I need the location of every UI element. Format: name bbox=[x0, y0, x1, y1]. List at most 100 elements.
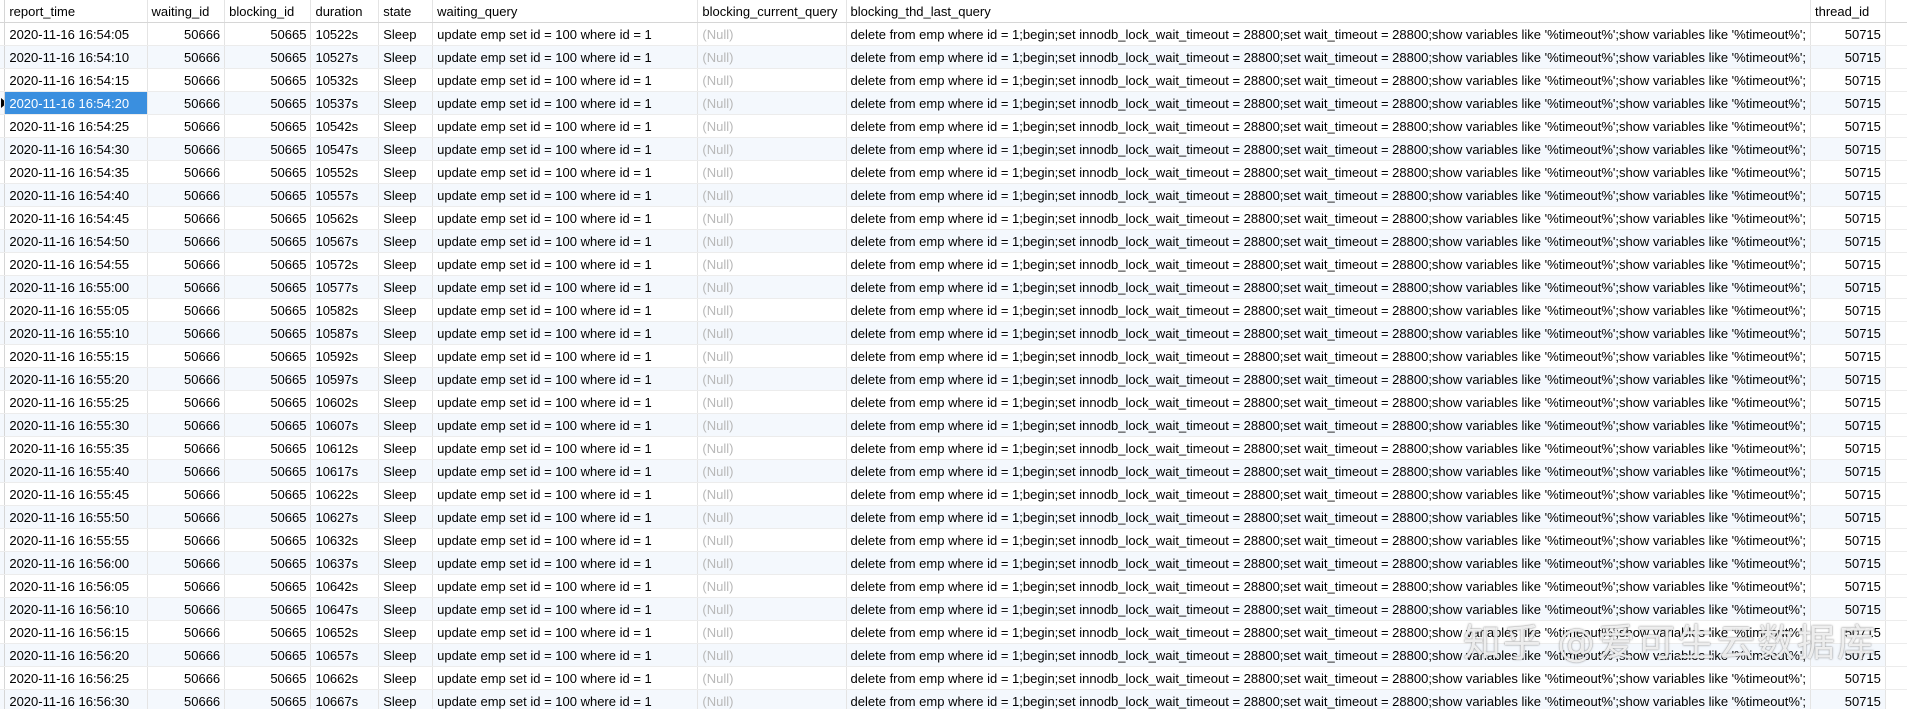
row-gutter[interactable] bbox=[0, 413, 6, 437]
cell-report-time[interactable]: 2020-11-16 16:56:00 bbox=[4, 551, 148, 575]
row-gutter[interactable] bbox=[0, 620, 6, 644]
table-row[interactable]: 2020-11-16 16:56:20 50666 50665 10657s Sleep… bbox=[0, 643, 1907, 667]
column-header-waiting-query[interactable]: waiting_query bbox=[432, 0, 699, 23]
cell-state[interactable]: Sleep bbox=[378, 574, 434, 598]
cell-state[interactable]: Sleep bbox=[378, 321, 434, 345]
column-header-blocking-id[interactable]: blocking_id bbox=[224, 0, 312, 23]
cell-report-time[interactable]: 2020-11-16 16:55:10 bbox=[4, 321, 148, 345]
row-gutter[interactable] bbox=[0, 436, 6, 460]
cell-waiting-id[interactable]: 50666 bbox=[147, 321, 226, 345]
cell-state[interactable]: Sleep bbox=[378, 229, 434, 253]
table-row[interactable]: 2020-11-16 16:56:30 50666 50665 10667s Sleep… bbox=[0, 689, 1907, 709]
row-gutter[interactable] bbox=[0, 367, 6, 391]
cell-blocking-thd-last-query[interactable]: delete from emp where id = 1;begin;set i… bbox=[846, 22, 1812, 46]
cell-report-time[interactable]: 2020-11-16 16:54:25 bbox=[4, 114, 148, 138]
cell-report-time[interactable]: 2020-11-16 16:54:15 bbox=[4, 68, 148, 92]
cell-duration[interactable]: 10647s bbox=[310, 597, 380, 621]
cell-thread-id[interactable]: 50715 bbox=[1810, 597, 1886, 621]
cell-thread-id[interactable]: 50715 bbox=[1810, 114, 1886, 138]
cell-blocking-current-query[interactable]: (Null) bbox=[697, 482, 847, 506]
cell-blocking-thd-last-query[interactable]: delete from emp where id = 1;begin;set i… bbox=[846, 597, 1812, 621]
cell-thread-id[interactable]: 50715 bbox=[1810, 551, 1886, 575]
cell-thread-id[interactable]: 50715 bbox=[1810, 643, 1886, 667]
cell-blocking-id[interactable]: 50665 bbox=[224, 137, 312, 161]
cell-duration[interactable]: 10652s bbox=[310, 620, 380, 644]
table-row[interactable]: 2020-11-16 16:54:40 50666 50665 10557s Sleep… bbox=[0, 183, 1907, 207]
cell-report-time[interactable]: 2020-11-16 16:55:30 bbox=[4, 413, 148, 437]
column-header-blocking-thd-last-query[interactable]: blocking_thd_last_query bbox=[846, 0, 1812, 23]
cell-blocking-thd-last-query[interactable]: delete from emp where id = 1;begin;set i… bbox=[846, 275, 1812, 299]
cell-blocking-current-query[interactable]: (Null) bbox=[697, 666, 847, 690]
cell-duration[interactable]: 10597s bbox=[310, 367, 380, 391]
row-gutter[interactable] bbox=[0, 275, 6, 299]
cell-blocking-thd-last-query[interactable]: delete from emp where id = 1;begin;set i… bbox=[846, 436, 1812, 460]
table-row[interactable]: 2020-11-16 16:54:50 50666 50665 10567s Sleep… bbox=[0, 229, 1907, 253]
cell-state[interactable]: Sleep bbox=[378, 689, 434, 709]
cell-report-time[interactable]: 2020-11-16 16:55:05 bbox=[4, 298, 148, 322]
cell-waiting-query[interactable]: update emp set id = 100 where id = 1 bbox=[432, 620, 699, 644]
cell-duration[interactable]: 10557s bbox=[310, 183, 380, 207]
cell-blocking-id[interactable]: 50665 bbox=[224, 459, 312, 483]
cell-waiting-id[interactable]: 50666 bbox=[147, 482, 226, 506]
cell-blocking-current-query[interactable]: (Null) bbox=[697, 574, 847, 598]
cell-thread-id[interactable]: 50715 bbox=[1810, 390, 1886, 414]
table-row[interactable]: 2020-11-16 16:55:50 50666 50665 10627s Sleep… bbox=[0, 505, 1907, 529]
cell-blocking-current-query[interactable]: (Null) bbox=[697, 367, 847, 391]
cell-state[interactable]: Sleep bbox=[378, 367, 434, 391]
cell-waiting-query[interactable]: update emp set id = 100 where id = 1 bbox=[432, 551, 699, 575]
cell-blocking-current-query[interactable]: (Null) bbox=[697, 459, 847, 483]
cell-duration[interactable]: 10592s bbox=[310, 344, 380, 368]
cell-blocking-current-query[interactable]: (Null) bbox=[697, 45, 847, 69]
cell-report-time[interactable]: 2020-11-16 16:55:35 bbox=[4, 436, 148, 460]
cell-waiting-query[interactable]: update emp set id = 100 where id = 1 bbox=[432, 229, 699, 253]
table-row[interactable]: 2020-11-16 16:56:15 50666 50665 10652s Sleep… bbox=[0, 620, 1907, 644]
cell-thread-id[interactable]: 50715 bbox=[1810, 160, 1886, 184]
cell-blocking-current-query[interactable]: (Null) bbox=[697, 505, 847, 529]
cell-blocking-thd-last-query[interactable]: delete from emp where id = 1;begin;set i… bbox=[846, 551, 1812, 575]
cell-report-time[interactable]: 2020-11-16 16:56:15 bbox=[4, 620, 148, 644]
cell-duration[interactable]: 10612s bbox=[310, 436, 380, 460]
cell-blocking-id[interactable]: 50665 bbox=[224, 528, 312, 552]
column-header-duration[interactable]: duration bbox=[310, 0, 380, 23]
cell-blocking-current-query[interactable]: (Null) bbox=[697, 551, 847, 575]
cell-blocking-thd-last-query[interactable]: delete from emp where id = 1;begin;set i… bbox=[846, 68, 1812, 92]
row-gutter[interactable] bbox=[0, 574, 6, 598]
cell-blocking-current-query[interactable]: (Null) bbox=[697, 275, 847, 299]
cell-report-time[interactable]: 2020-11-16 16:54:30 bbox=[4, 137, 148, 161]
cell-waiting-query[interactable]: update emp set id = 100 where id = 1 bbox=[432, 183, 699, 207]
cell-duration[interactable]: 10582s bbox=[310, 298, 380, 322]
table-row[interactable]: 2020-11-16 16:54:10 50666 50665 10527s Sleep… bbox=[0, 45, 1907, 69]
cell-waiting-query[interactable]: update emp set id = 100 where id = 1 bbox=[432, 574, 699, 598]
cell-thread-id[interactable]: 50715 bbox=[1810, 344, 1886, 368]
row-gutter[interactable] bbox=[0, 689, 6, 709]
cell-duration[interactable]: 10662s bbox=[310, 666, 380, 690]
cell-report-time[interactable]: 2020-11-16 16:55:45 bbox=[4, 482, 148, 506]
cell-blocking-id[interactable]: 50665 bbox=[224, 206, 312, 230]
cell-thread-id[interactable]: 50715 bbox=[1810, 528, 1886, 552]
cell-waiting-query[interactable]: update emp set id = 100 where id = 1 bbox=[432, 643, 699, 667]
cell-blocking-thd-last-query[interactable]: delete from emp where id = 1;begin;set i… bbox=[846, 252, 1812, 276]
cell-state[interactable]: Sleep bbox=[378, 390, 434, 414]
row-gutter[interactable] bbox=[0, 528, 6, 552]
cell-report-time[interactable]: 2020-11-16 16:55:25 bbox=[4, 390, 148, 414]
table-row[interactable]: 2020-11-16 16:56:05 50666 50665 10642s Sleep… bbox=[0, 574, 1907, 598]
cell-report-time[interactable]: 2020-11-16 16:54:10 bbox=[4, 45, 148, 69]
cell-duration[interactable]: 10562s bbox=[310, 206, 380, 230]
cell-blocking-id[interactable]: 50665 bbox=[224, 344, 312, 368]
cell-blocking-id[interactable]: 50665 bbox=[224, 183, 312, 207]
cell-waiting-query[interactable]: update emp set id = 100 where id = 1 bbox=[432, 367, 699, 391]
cell-blocking-thd-last-query[interactable]: delete from emp where id = 1;begin;set i… bbox=[846, 229, 1812, 253]
cell-state[interactable]: Sleep bbox=[378, 22, 434, 46]
cell-report-time[interactable]: 2020-11-16 16:54:05 bbox=[4, 22, 148, 46]
cell-blocking-thd-last-query[interactable]: delete from emp where id = 1;begin;set i… bbox=[846, 45, 1812, 69]
cell-waiting-id[interactable]: 50666 bbox=[147, 344, 226, 368]
cell-waiting-query[interactable]: update emp set id = 100 where id = 1 bbox=[432, 114, 699, 138]
cell-state[interactable]: Sleep bbox=[378, 666, 434, 690]
cell-state[interactable]: Sleep bbox=[378, 459, 434, 483]
cell-blocking-thd-last-query[interactable]: delete from emp where id = 1;begin;set i… bbox=[846, 114, 1812, 138]
table-row[interactable]: 2020-11-16 16:54:05 50666 50665 10522s Sleep… bbox=[0, 22, 1907, 46]
cell-waiting-id[interactable]: 50666 bbox=[147, 91, 226, 115]
cell-waiting-query[interactable]: update emp set id = 100 where id = 1 bbox=[432, 344, 699, 368]
cell-duration[interactable]: 10642s bbox=[310, 574, 380, 598]
cell-waiting-query[interactable]: update emp set id = 100 where id = 1 bbox=[432, 436, 699, 460]
